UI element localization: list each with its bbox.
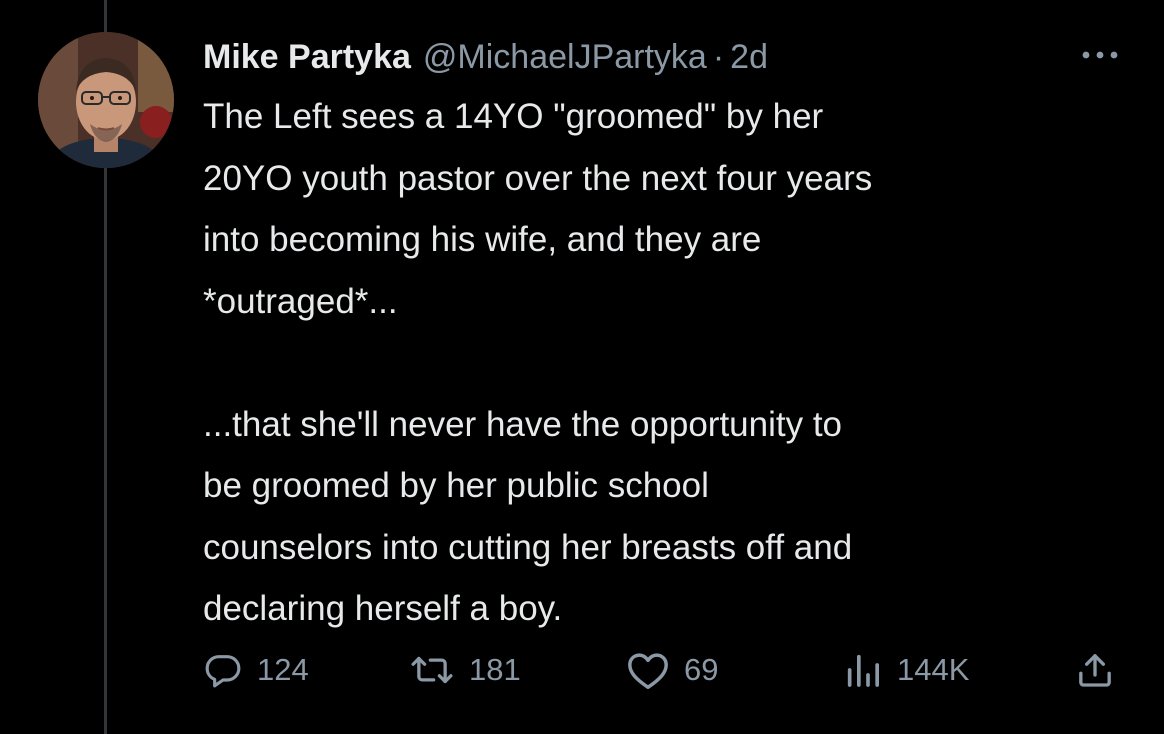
user-handle[interactable]: @MichaelJPartyka — [423, 38, 707, 77]
like-button[interactable]: 69 — [626, 640, 718, 700]
like-icon — [626, 650, 670, 690]
reply-count: 124 — [257, 652, 309, 687]
views-count: 144K — [897, 652, 970, 687]
reply-button[interactable]: 124 — [203, 640, 309, 700]
avatar[interactable] — [38, 32, 174, 168]
reply-icon — [203, 650, 243, 690]
like-count: 69 — [684, 652, 719, 687]
action-bar: 124 181 69 144K — [203, 640, 1123, 700]
views-icon — [843, 650, 883, 690]
share-icon — [1075, 650, 1115, 690]
separator-dot: · — [712, 37, 725, 76]
repost-count: 181 — [469, 652, 521, 687]
repost-button[interactable]: 181 — [409, 640, 521, 700]
tweet-header: Mike Partyka @MichaelJPartyka · 2d — [203, 30, 768, 84]
avatar-photo — [38, 32, 174, 168]
timestamp[interactable]: 2d — [730, 38, 768, 77]
repost-icon — [409, 650, 455, 690]
views-button[interactable]: 144K — [843, 640, 969, 700]
share-button[interactable] — [1075, 640, 1115, 700]
more-options-icon[interactable] — [1072, 40, 1128, 70]
display-name[interactable]: Mike Partyka — [203, 38, 411, 77]
tweet-text: The Left sees a 14YO "groomed" by her 20… — [203, 97, 873, 628]
